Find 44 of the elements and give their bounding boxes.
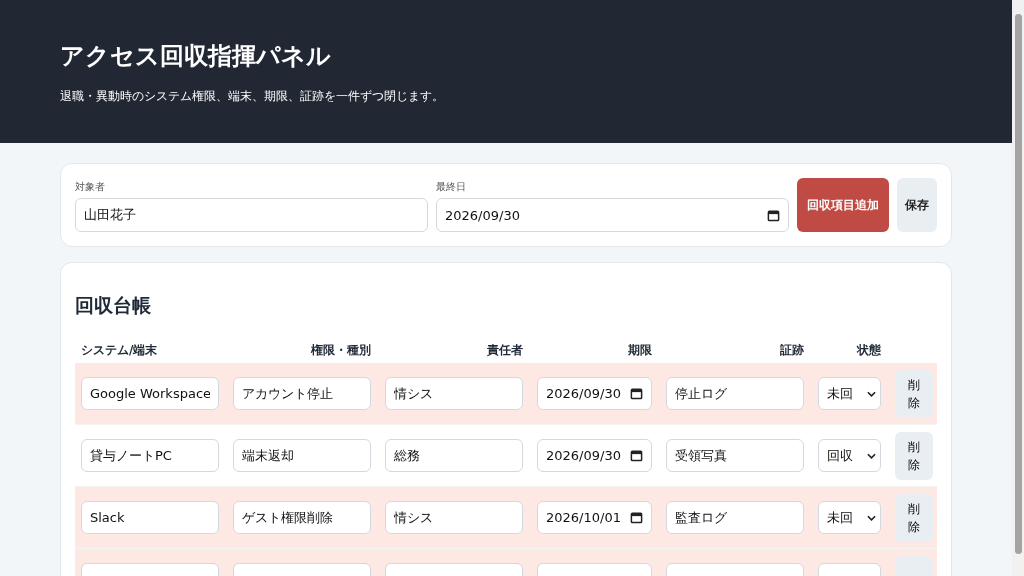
column-header: 期限 <box>627 341 652 359</box>
system-field[interactable]: Slack <box>81 501 219 534</box>
column-header: 状態 <box>855 341 881 359</box>
column-header: 証跡 <box>779 341 804 359</box>
status-select[interactable]: 未回 <box>818 501 881 534</box>
type-field[interactable]: アカウント停止 <box>233 377 371 410</box>
chevron-down-icon <box>867 390 876 397</box>
type-field[interactable]: ゲスト権限削除 <box>233 501 371 534</box>
page-title: アクセス回収指揮パネル <box>60 41 332 72</box>
column-header: システム/端末 <box>81 341 159 359</box>
delete-button[interactable]: 削除 <box>895 369 933 418</box>
field-label: 対象者 <box>75 180 106 194</box>
column-header: 責任者 <box>486 341 523 359</box>
owner-field[interactable]: 情シス <box>385 377 523 410</box>
evidence-field[interactable]: 監査ログ <box>666 501 804 534</box>
calendar-icon <box>630 449 643 462</box>
column-header: 権限・種別 <box>310 341 371 359</box>
evidence-field[interactable]: 停止ログ <box>666 377 804 410</box>
add-item-button[interactable]: 回収項目追加 <box>797 178 889 232</box>
owner-field[interactable]: 総務 <box>385 439 523 472</box>
section-title: 回収台帳 <box>75 293 152 318</box>
page-subtitle: 退職・異動時のシステム権限、端末、期限、証跡を一件ずつ閉じます。 <box>60 88 445 105</box>
date-field[interactable]: 2026/09/30 <box>436 198 789 232</box>
calendar-icon <box>767 208 780 222</box>
delete-button[interactable]: 削除 <box>895 431 933 480</box>
type-field[interactable]: 端末返却 <box>233 439 371 472</box>
chevron-down-icon <box>867 514 876 521</box>
system-field[interactable]: Google Workspace <box>81 377 219 410</box>
scrollbar[interactable] <box>1012 0 1024 576</box>
due-date-field[interactable]: 2026/09/30 <box>537 439 652 472</box>
system-field[interactable]: 貸与ノートPC <box>81 439 219 472</box>
calendar-icon <box>630 387 643 400</box>
due-date-field[interactable]: 2026/09/30 <box>537 377 652 410</box>
subject-field[interactable]: 山田花子 <box>75 198 428 232</box>
chevron-down-icon <box>867 452 876 459</box>
field-label: 最終日 <box>436 180 467 194</box>
delete-button[interactable]: 削除 <box>895 493 933 542</box>
calendar-icon <box>630 511 643 524</box>
owner-field[interactable]: 情シス <box>385 501 523 534</box>
status-select[interactable]: 未回 <box>818 377 881 410</box>
status-select[interactable]: 回収 <box>818 439 881 472</box>
save-button[interactable]: 保存 <box>897 178 937 232</box>
due-date-field[interactable]: 2026/10/01 <box>537 501 652 534</box>
evidence-field[interactable]: 受領写真 <box>666 439 804 472</box>
